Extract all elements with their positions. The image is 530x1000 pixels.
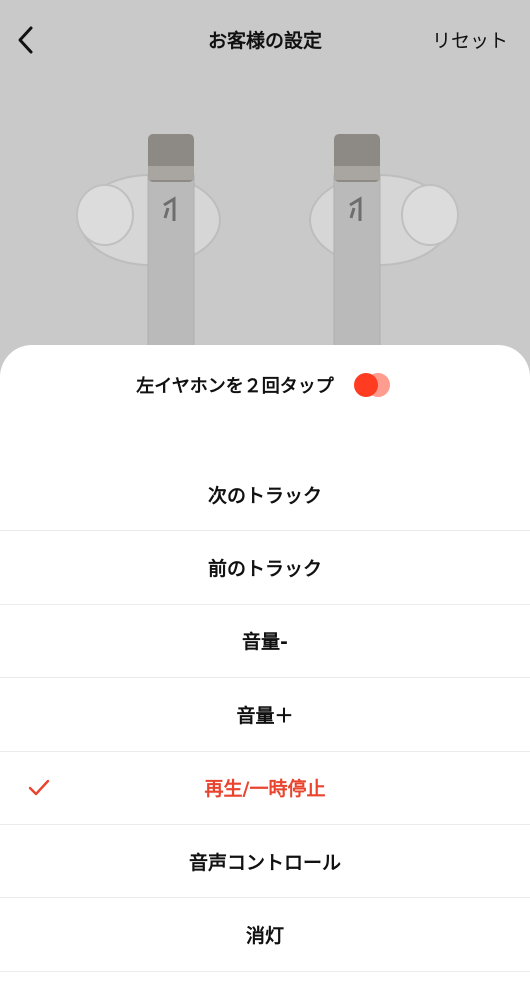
sheet-header: 左イヤホンを２回タップ — [0, 367, 530, 403]
right-earbud — [309, 134, 459, 380]
bottom-sheet: 左イヤホンを２回タップ 次のトラック 前のトラック 音量- 音量＋ 再生/一時停… — [0, 345, 530, 1000]
header-bar: お客様の設定 リセット — [0, 0, 530, 80]
option-play-pause[interactable]: 再生/一時停止 — [0, 752, 530, 825]
sheet-title: 左イヤホンを２回タップ — [136, 376, 334, 397]
option-label: 音量- — [242, 631, 288, 654]
option-previous-track[interactable]: 前のトラック — [0, 531, 530, 605]
earbuds-image — [76, 134, 459, 380]
option-light-off[interactable]: 消灯 — [0, 898, 530, 972]
earbuds-illustration — [0, 80, 530, 380]
option-voice-control[interactable]: 音声コントロール — [0, 825, 530, 899]
reset-button[interactable]: リセット — [432, 26, 508, 53]
action-options-list: 次のトラック 前のトラック 音量- 音量＋ 再生/一時停止 音声コントロール 消… — [0, 458, 530, 972]
option-label: 再生/一時停止 — [204, 778, 326, 801]
checkmark-icon — [28, 779, 50, 795]
option-label: 前のトラック — [207, 558, 322, 581]
option-label: 音声コントロール — [188, 851, 341, 874]
option-label: 次のトラック — [207, 484, 322, 507]
left-earbud — [76, 134, 221, 380]
option-label: 消灯 — [245, 925, 284, 948]
option-volume-down[interactable]: 音量- — [0, 605, 530, 679]
option-next-track[interactable]: 次のトラック — [0, 458, 530, 532]
option-volume-up[interactable]: 音量＋ — [0, 678, 530, 752]
dots-toggle-icon[interactable] — [353, 372, 394, 398]
option-label: 音量＋ — [236, 704, 294, 727]
